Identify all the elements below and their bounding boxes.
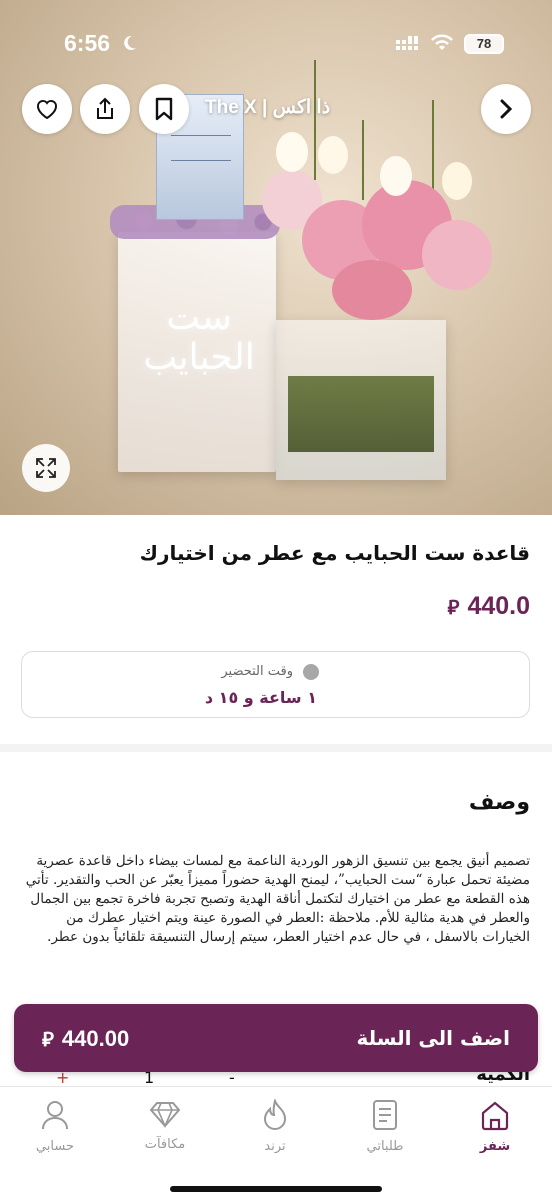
prep-time-value: ١ ساعة و ١٥ د	[204, 688, 317, 707]
add-to-cart-label: اضف الى السلة	[356, 1026, 510, 1050]
status-time: 6:56	[64, 30, 111, 56]
flower-arrangement	[262, 60, 502, 320]
description-title: وصف	[468, 790, 530, 815]
tab-label: حسابي	[35, 1139, 75, 1154]
cart-price-value: 440.00	[61, 1026, 130, 1051]
flame-icon	[263, 1099, 287, 1130]
prep-time-card: وقت التحضير ١ ساعة و ١٥ د	[21, 651, 530, 718]
status-bar: 6:56 78	[0, 0, 552, 88]
price-value: 440.0	[467, 592, 530, 620]
chevron-right-icon	[500, 99, 513, 119]
description-text: تصميم أنيق يجمع بين تنسيق الزهور الوردية…	[25, 853, 530, 945]
riyal-icon: ⃁	[42, 1027, 54, 1051]
add-to-cart-button[interactable]: اضف الى السلة ⃁ 440.00	[14, 1004, 538, 1072]
tab-label: طلباتي	[366, 1139, 404, 1154]
calligraphy-text: ست الحبايب	[143, 297, 255, 378]
moon-icon	[124, 35, 136, 50]
prep-time-label: وقت التحضير	[221, 664, 293, 679]
home-indicator	[170, 1186, 382, 1192]
tab-label: مكافآت	[144, 1137, 186, 1152]
bookmark-button[interactable]	[139, 84, 189, 134]
favorite-button[interactable]	[22, 84, 72, 134]
tab-trend[interactable]: ترند	[220, 1099, 330, 1154]
product-title: قاعدة ست الحبايب مع عطر من اختيارك	[139, 541, 530, 565]
back-button[interactable]	[481, 84, 531, 134]
riyal-icon: ⃁	[447, 594, 460, 619]
tab-home[interactable]: شفز	[440, 1099, 550, 1154]
cart-price: ⃁ 440.00	[42, 1026, 129, 1052]
home-icon	[481, 1101, 509, 1131]
vase-stems	[288, 376, 434, 452]
section-divider	[0, 744, 552, 752]
tab-label: ترند	[264, 1139, 286, 1154]
store-name-link[interactable]: The X | ذا اكس	[205, 96, 330, 119]
expand-icon	[36, 458, 56, 478]
share-icon	[97, 97, 113, 119]
battery-indicator: 78	[464, 34, 504, 54]
product-price: 440.0 ⃁	[448, 592, 530, 621]
tab-orders[interactable]: طلباتي	[330, 1099, 440, 1154]
wifi-icon	[431, 34, 453, 50]
signal-icon	[396, 36, 418, 50]
heart-icon	[37, 99, 57, 120]
clock-icon	[303, 664, 319, 680]
bottom-tab-bar: حسابي مكافآت ترند طلباتي شفز	[0, 1086, 552, 1200]
tab-rewards[interactable]: مكافآت	[110, 1099, 220, 1152]
tab-label: شفز	[479, 1139, 511, 1154]
orders-icon	[373, 1100, 397, 1130]
diamond-icon	[149, 1102, 181, 1128]
bookmark-icon	[155, 97, 173, 121]
expand-image-button[interactable]	[22, 444, 70, 492]
user-icon	[42, 1101, 68, 1130]
share-button[interactable]	[80, 84, 130, 134]
tab-account[interactable]: حسابي	[0, 1099, 110, 1154]
